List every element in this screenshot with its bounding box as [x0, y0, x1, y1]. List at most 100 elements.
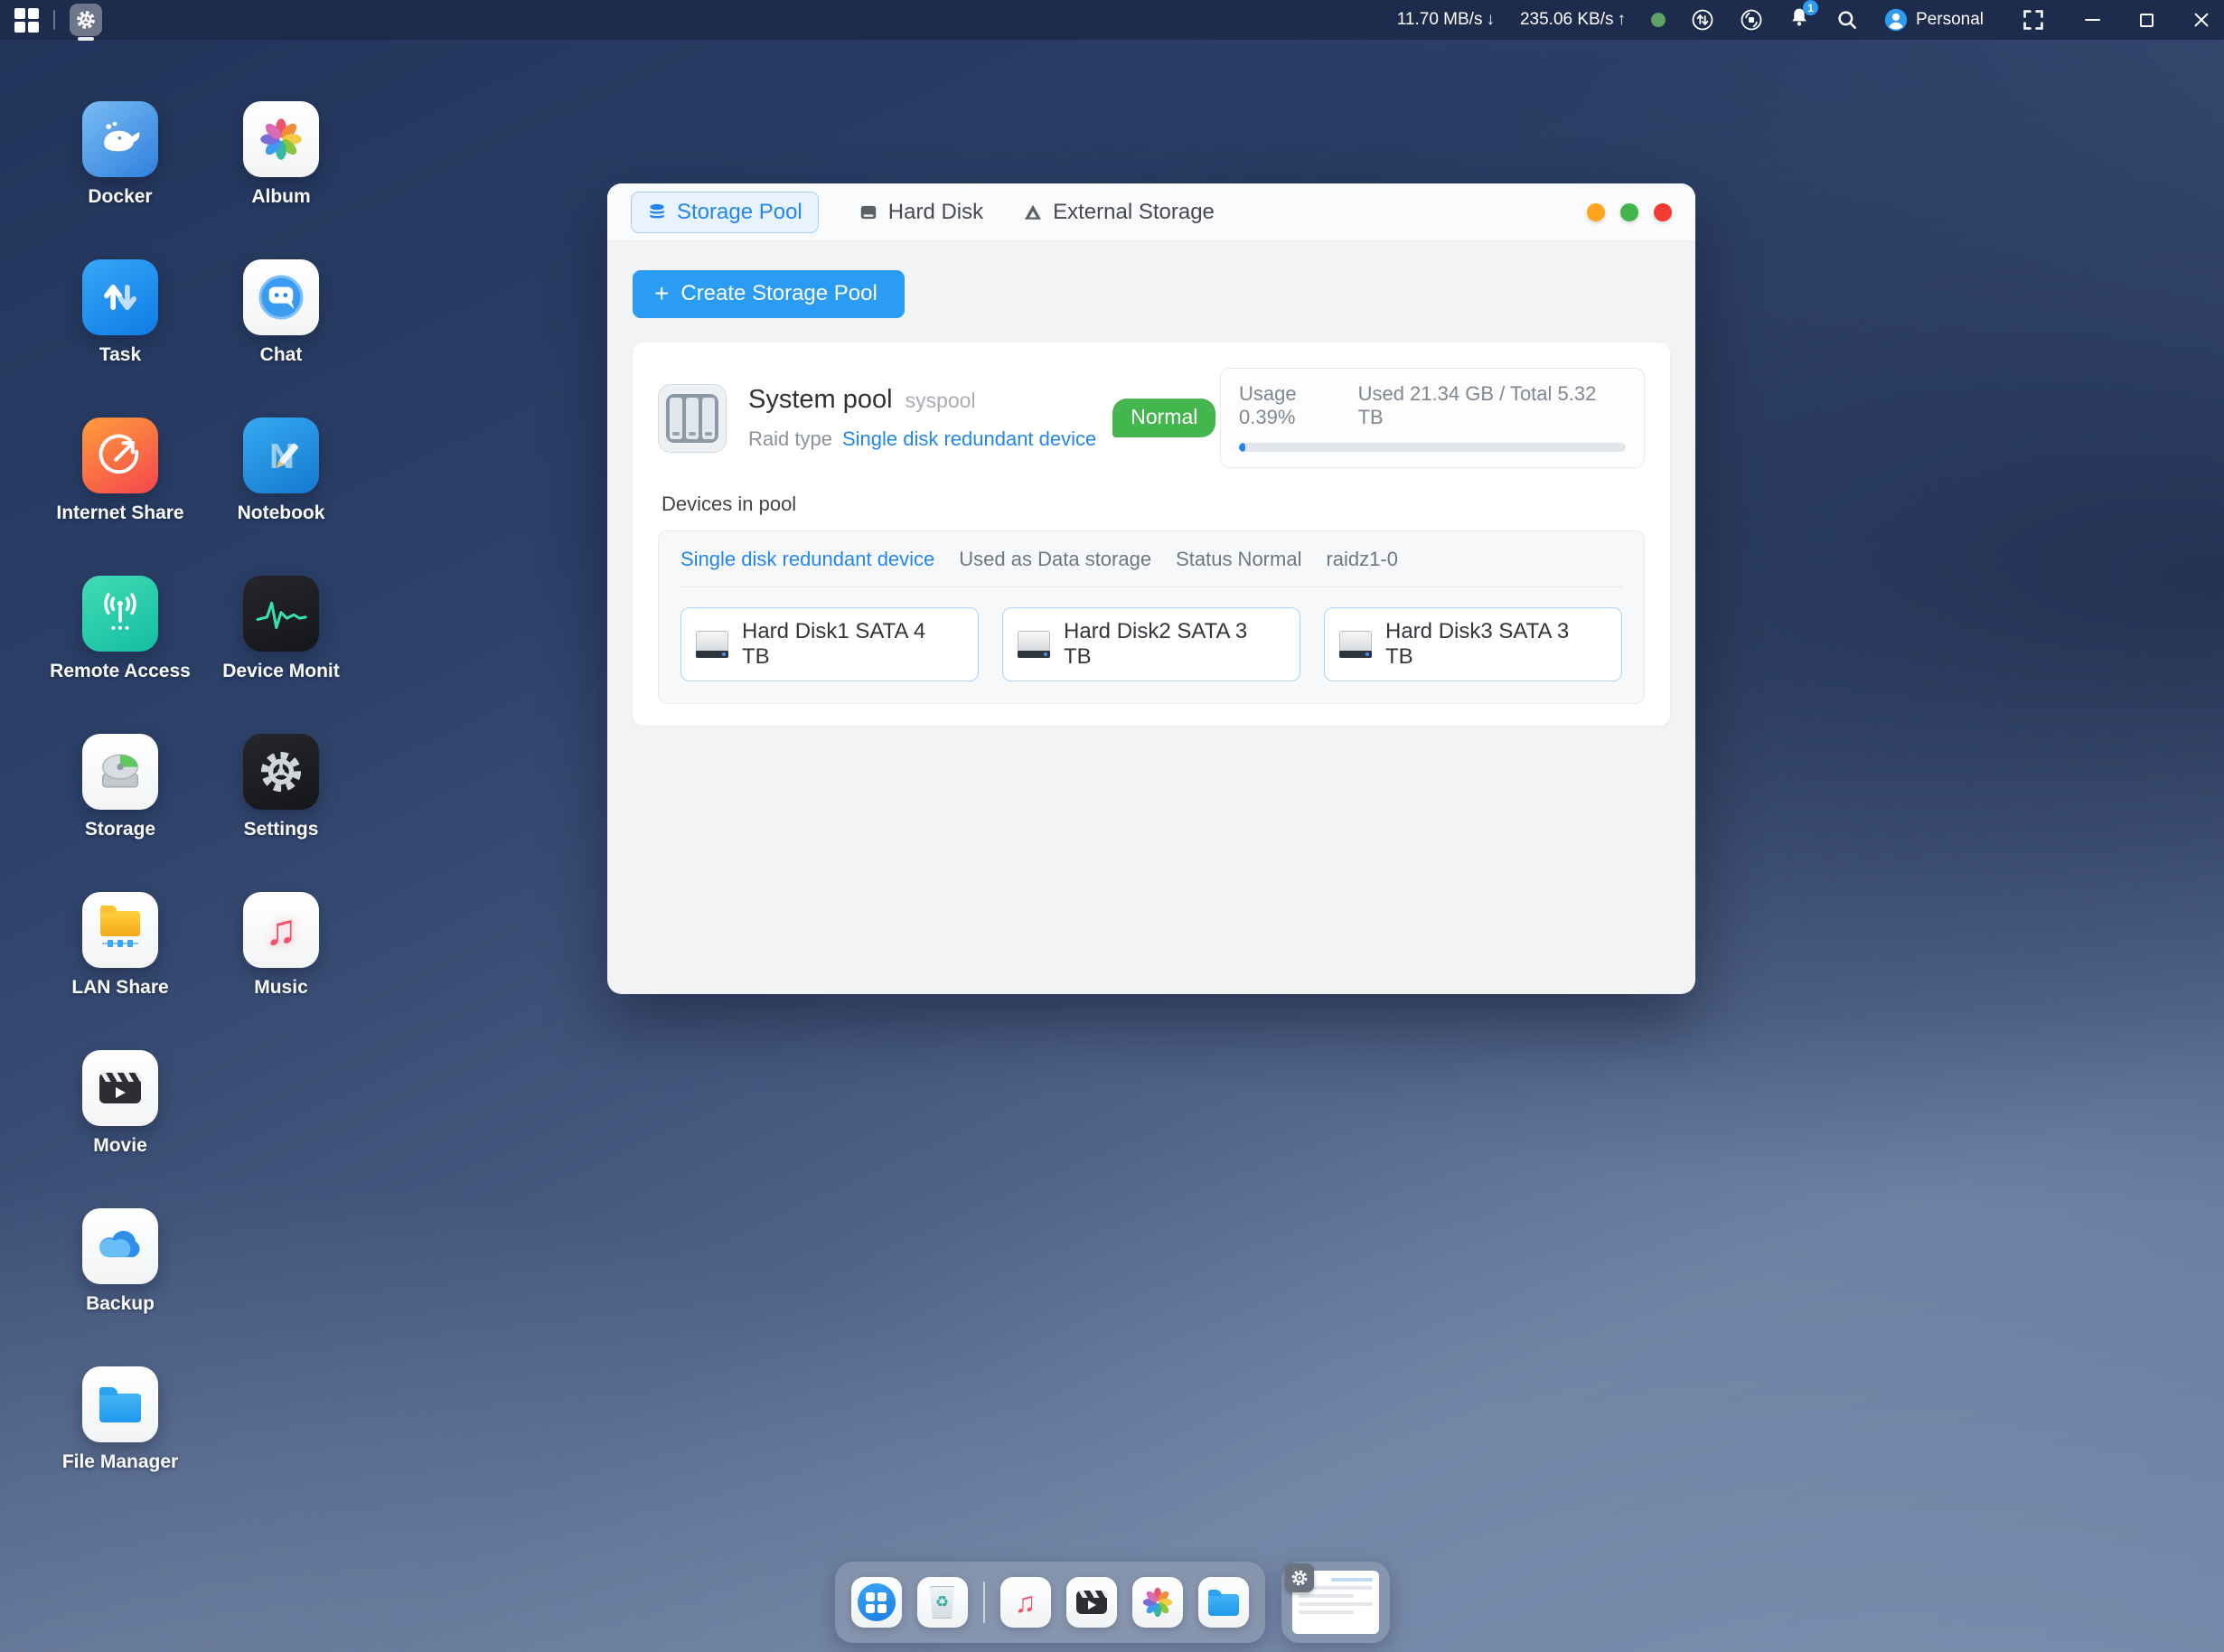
system-status-dot-icon[interactable]	[1651, 13, 1666, 27]
down-arrow-icon: ↓	[1486, 10, 1495, 30]
movie-icon	[1076, 1591, 1107, 1614]
gear-icon	[74, 8, 98, 32]
task-icon	[82, 259, 158, 335]
hard-disk-icon	[696, 631, 728, 658]
desktop-icon-column-2: Album Chat N Notebook	[204, 101, 358, 999]
disk-button-3[interactable]: Hard Disk3 SATA 3 TB	[1324, 607, 1622, 681]
pool-status-badge: Normal	[1112, 399, 1215, 437]
storage-icon	[82, 734, 158, 810]
external-storage-icon	[1023, 202, 1043, 222]
music-note-icon	[243, 892, 319, 968]
desktop-icon-album[interactable]: Album	[204, 101, 358, 208]
vdev-type-link[interactable]: Single disk redundant device	[680, 548, 934, 571]
storage-manager-window: Storage Pool Hard Disk External Storage …	[607, 183, 1695, 994]
up-arrow-icon: ↑	[1618, 10, 1627, 30]
window-close-light[interactable]	[1654, 203, 1672, 221]
tab-hard-disk[interactable]: Hard Disk	[859, 200, 983, 225]
maximize-icon[interactable]	[2140, 14, 2154, 27]
desktop-icon-file-manager[interactable]: File Manager	[43, 1366, 197, 1473]
desktop-icon-remote-access[interactable]: Remote Access	[43, 576, 197, 682]
tab-storage-pool[interactable]: Storage Pool	[631, 192, 819, 233]
search-icon[interactable]	[1835, 8, 1859, 32]
download-speed: 11.70 MB/s↓	[1397, 10, 1495, 30]
storage-pool-icon	[647, 202, 667, 222]
disk-button-1[interactable]: Hard Disk1 SATA 4 TB	[680, 607, 979, 681]
fullscreen-icon[interactable]	[2022, 8, 2045, 32]
internet-share-icon	[82, 418, 158, 493]
file-manager-folder-icon	[82, 1366, 158, 1442]
dock-separator	[983, 1582, 985, 1623]
minimize-icon[interactable]	[2085, 19, 2100, 21]
tab-external-storage[interactable]: External Storage	[1023, 200, 1215, 225]
devices-in-pool-heading: Devices in pool	[662, 493, 1645, 516]
pool-name: System pool	[748, 385, 893, 415]
hard-disk-icon	[1018, 631, 1050, 658]
usage-percent-text: Usage 0.39%	[1239, 382, 1358, 429]
hard-disk-icon	[859, 202, 878, 222]
gear-icon	[1285, 1563, 1314, 1592]
settings-app-taskbar-icon[interactable]	[70, 4, 102, 36]
raid-type-link[interactable]: Single disk redundant device	[842, 427, 1096, 451]
dock-settings-window-thumbnail[interactable]	[1281, 1562, 1390, 1643]
plus-icon: +	[654, 281, 669, 306]
desktop-icon-internet-share[interactable]: Internet Share	[43, 418, 197, 524]
create-storage-pool-button[interactable]: + Create Storage Pool	[633, 270, 905, 318]
desktop-icon-docker[interactable]: Docker	[43, 101, 197, 208]
desktop-icon-settings[interactable]: Settings	[204, 734, 358, 840]
dock-music[interactable]	[1000, 1577, 1051, 1628]
hard-disk-icon	[1339, 631, 1372, 658]
dock-trash[interactable]	[917, 1577, 968, 1628]
raid-type-label: Raid type	[748, 427, 832, 451]
dock-app-launcher[interactable]	[851, 1577, 902, 1628]
album-flower-icon	[243, 101, 319, 177]
dock-file-manager[interactable]	[1198, 1577, 1249, 1628]
folder-icon	[1208, 1594, 1239, 1616]
vdev-status-text: Status Normal	[1176, 548, 1301, 571]
system-pool-card: System pool syspool Raid type Single dis…	[633, 343, 1670, 726]
usage-bar-fill	[1239, 443, 1245, 452]
lan-share-icon	[82, 892, 158, 968]
album-flower-icon	[1140, 1584, 1176, 1620]
notification-count-badge: 1	[1803, 0, 1818, 15]
nas-enclosure-icon	[658, 384, 727, 453]
upload-speed: 235.06 KB/s↑	[1520, 10, 1626, 30]
topbar-separator	[53, 10, 55, 30]
desktop-icon-music[interactable]: Music	[204, 892, 358, 999]
desktop-icon-storage[interactable]: Storage	[43, 734, 197, 840]
pool-alias: syspool	[906, 389, 976, 413]
desktop-icon-backup[interactable]: Backup	[43, 1208, 197, 1315]
desktop-icon-lan-share[interactable]: LAN Share	[43, 892, 197, 999]
desktop-icon-task[interactable]: Task	[43, 259, 197, 366]
window-minimize-light[interactable]	[1587, 203, 1605, 221]
device-monitor-ecg-icon	[243, 576, 319, 652]
dock	[0, 1562, 2224, 1643]
desktop-icon-movie[interactable]: Movie	[43, 1050, 197, 1157]
user-label: Personal	[1916, 10, 1984, 30]
notebook-icon: N	[243, 418, 319, 493]
devices-panel: Single disk redundant device Used as Dat…	[658, 530, 1645, 704]
sync-icon[interactable]	[1740, 8, 1763, 32]
disk-button-2[interactable]: Hard Disk2 SATA 3 TB	[1002, 607, 1300, 681]
dock-album[interactable]	[1132, 1577, 1183, 1628]
start-menu-icon[interactable]	[14, 8, 39, 33]
system-top-bar: 11.70 MB/s↓ 235.06 KB/s↑ 1	[0, 0, 2224, 40]
notifications-bell-icon[interactable]: 1	[1788, 6, 1810, 33]
settings-gear-icon	[243, 734, 319, 810]
usage-panel: Usage 0.39% Used 21.34 GB / Total 5.32 T…	[1220, 368, 1645, 468]
usage-bar-track	[1239, 443, 1626, 452]
capacity-text: Used 21.34 GB / Total 5.32 TB	[1358, 382, 1626, 429]
chat-bubble-icon	[243, 259, 319, 335]
close-icon[interactable]	[2193, 12, 2210, 28]
transfer-icon[interactable]	[1691, 8, 1714, 32]
desktop-icon-notebook[interactable]: N Notebook	[204, 418, 358, 524]
running-indicator	[78, 37, 94, 41]
movie-icon	[82, 1050, 158, 1126]
desktop-icon-device-monitor[interactable]: Device Monit	[204, 576, 358, 682]
desktop-icon-column-1: Docker Task Internet Share	[43, 101, 197, 1473]
user-menu[interactable]: Personal	[1884, 8, 1984, 32]
docker-icon	[82, 101, 158, 177]
window-header: Storage Pool Hard Disk External Storage	[607, 183, 1695, 241]
dock-movie[interactable]	[1066, 1577, 1117, 1628]
window-maximize-light[interactable]	[1620, 203, 1638, 221]
desktop-icon-chat[interactable]: Chat	[204, 259, 358, 366]
